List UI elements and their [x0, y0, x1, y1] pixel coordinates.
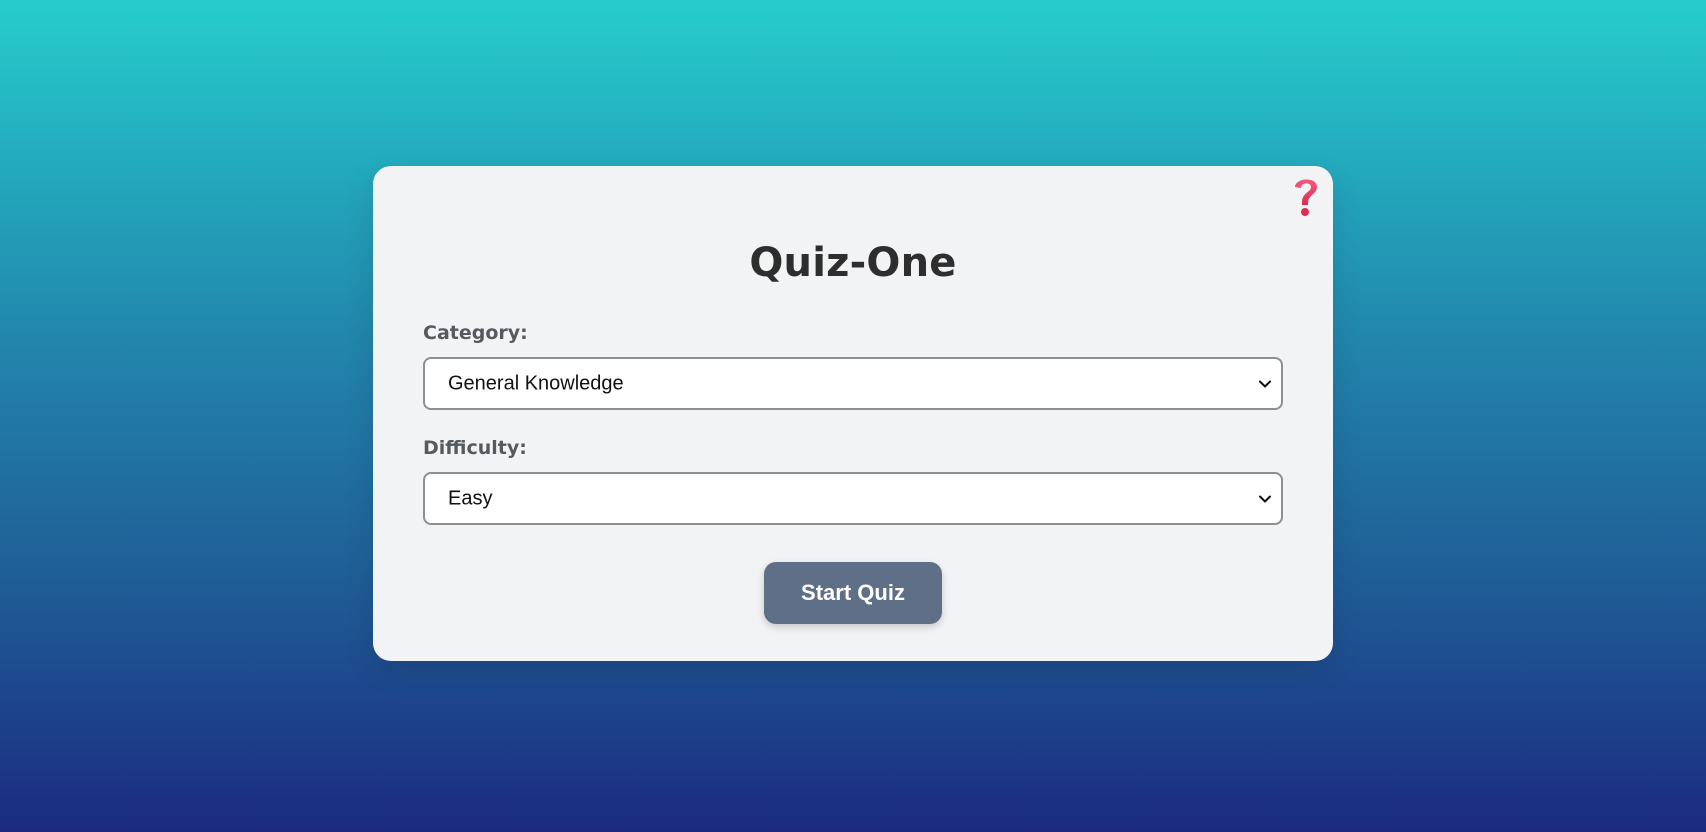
difficulty-label: Difficulty:	[423, 437, 527, 459]
chevron-down-icon	[1259, 380, 1271, 387]
category-select[interactable]: General Knowledge	[423, 357, 1283, 410]
question-mark-icon[interactable]	[1291, 174, 1321, 218]
start-quiz-button[interactable]: Start Quiz	[764, 562, 942, 624]
page-title: Quiz-One	[749, 240, 957, 286]
quiz-setup-card: Quiz-One Category: General Knowledge Dif…	[373, 166, 1333, 661]
category-label: Category:	[423, 322, 528, 344]
question-mark-icon-graphic	[1295, 179, 1317, 216]
category-selected-value: General Knowledge	[448, 372, 624, 394]
difficulty-select[interactable]: Easy	[423, 472, 1283, 525]
difficulty-selected-value: Easy	[448, 487, 493, 509]
page-background: { "app": { "title": "Quiz-One" }, "help"…	[0, 0, 1706, 832]
chevron-down-icon	[1259, 495, 1271, 502]
